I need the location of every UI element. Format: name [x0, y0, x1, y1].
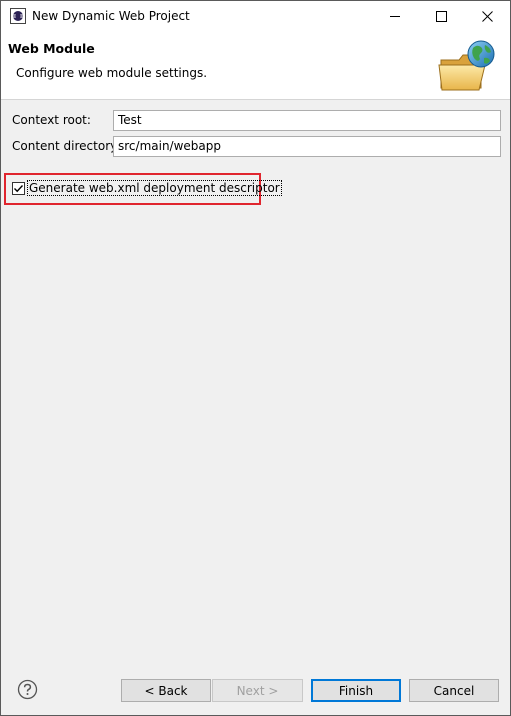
close-button[interactable]	[464, 1, 510, 31]
wizard-header: Web Module Configure web module settings…	[1, 31, 510, 100]
help-button[interactable]	[17, 679, 38, 700]
page-title: Web Module	[8, 41, 95, 56]
next-button[interactable]: Next >	[212, 679, 303, 702]
eclipse-app-icon	[10, 8, 26, 24]
generate-webxml-checkbox[interactable]	[12, 182, 25, 195]
window-title: New Dynamic Web Project	[32, 9, 190, 23]
back-button[interactable]: < Back	[121, 679, 211, 702]
context-root-label: Context root:	[12, 113, 91, 127]
minimize-button[interactable]	[372, 1, 418, 31]
dialog-window: New Dynamic Web Project Web Module Confi…	[0, 0, 511, 716]
page-description: Configure web module settings.	[16, 66, 208, 80]
maximize-button[interactable]	[418, 1, 464, 31]
minimize-icon	[389, 15, 400, 17]
help-icon	[17, 679, 38, 700]
finish-button[interactable]: Finish	[311, 679, 401, 702]
folder-globe-icon	[437, 38, 499, 94]
context-root-input[interactable]: Test	[113, 110, 501, 131]
close-icon	[481, 10, 493, 22]
generate-webxml-label[interactable]: Generate web.xml deployment descriptor	[27, 180, 282, 196]
checkmark-icon	[14, 185, 24, 193]
cancel-button[interactable]: Cancel	[409, 679, 499, 702]
content-directory-input[interactable]: src/main/webapp	[113, 136, 501, 157]
maximize-icon	[435, 10, 447, 22]
content-directory-label: Content directory:	[12, 139, 121, 153]
title-bar: New Dynamic Web Project	[1, 1, 510, 31]
